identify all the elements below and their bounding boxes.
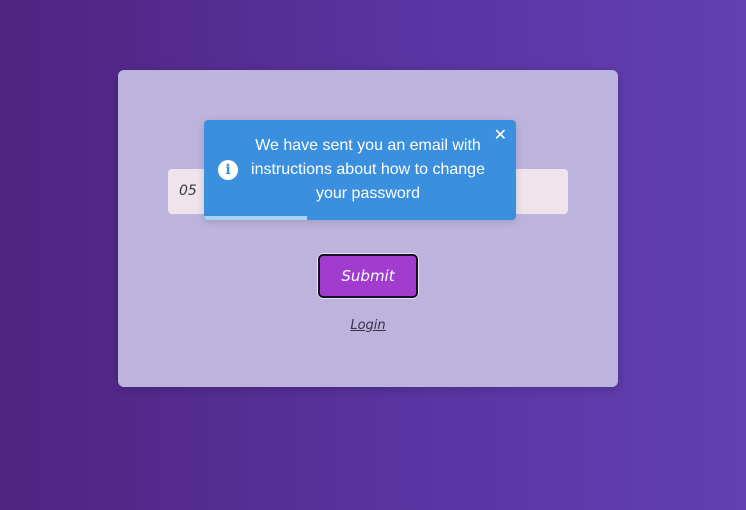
info-icon: i [218,160,238,180]
close-icon[interactable]: ✕ [494,126,507,144]
toast-progress-bar [204,216,516,220]
toast-message: We have sent you an email with instructi… [251,137,485,202]
submit-button[interactable]: Submit [318,254,418,298]
login-link[interactable]: Login [118,318,618,333]
reset-password-card: 05 Submit Login [118,70,618,387]
toast-progress-fill [204,216,307,220]
info-toast: i We have sent you an email with instruc… [204,120,516,220]
